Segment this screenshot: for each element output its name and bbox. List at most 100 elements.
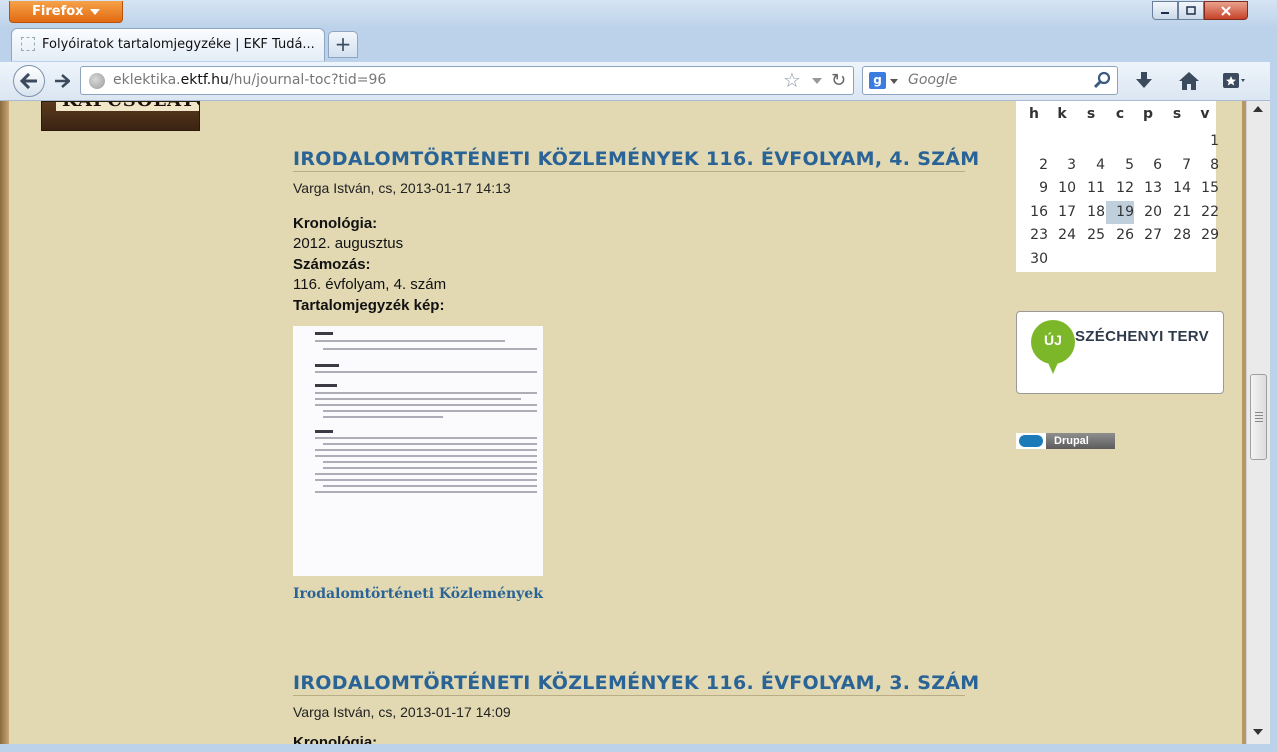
calendar-day[interactable]: 13 <box>1134 177 1162 200</box>
calendar-day[interactable]: 14 <box>1163 177 1191 200</box>
page-left-border <box>0 101 9 744</box>
drupal-drop-icon <box>1016 433 1046 449</box>
globe-icon <box>89 73 105 89</box>
article-2: IRODALOMTÖRTÉNETI KÖZLEMÉNYEK 116. ÉVFOL… <box>293 672 979 744</box>
calendar-day[interactable]: 29 <box>1191 224 1219 247</box>
maximize-button[interactable] <box>1178 1 1204 20</box>
calendar-day[interactable]: 17 <box>1048 201 1076 224</box>
calendar-weekday: h <box>1029 106 1039 122</box>
vertical-scrollbar[interactable] <box>1246 101 1270 744</box>
banner-text: KAPCSOLATOK <box>56 102 199 111</box>
calendar-day[interactable]: 30 <box>1020 248 1048 271</box>
table-of-contents-image[interactable] <box>293 326 543 576</box>
maximize-icon <box>1186 5 1196 15</box>
search-icon[interactable] <box>1093 70 1113 90</box>
powered-by-drupal-badge[interactable]: Drupal <box>1016 433 1115 449</box>
engine-dropdown-icon[interactable] <box>890 79 898 84</box>
calendar-day[interactable]: 20 <box>1134 201 1162 224</box>
address-bar[interactable]: eklektika.ektf.hu/hu/journal-toc?tid=96 … <box>80 66 854 95</box>
calendar-day[interactable]: 8 <box>1191 154 1219 177</box>
calendar-day[interactable]: 15 <box>1191 177 1219 200</box>
calendar-day[interactable]: 21 <box>1163 201 1191 224</box>
calendar-day[interactable]: 6 <box>1134 154 1162 177</box>
scrollbar-thumb[interactable] <box>1250 374 1267 460</box>
calendar-week-row: 16 17 18 19 20 21 22 <box>1016 200 1219 225</box>
calendar-day[interactable]: 2 <box>1020 154 1048 177</box>
calendar-week-row: 9 10 11 12 13 14 15 <box>1016 177 1219 201</box>
calendar-week-row: 1 <box>1016 130 1219 154</box>
calendar-day[interactable]: 18 <box>1077 201 1105 224</box>
search-bar[interactable]: g Google <box>862 66 1118 95</box>
szechenyi-terv-banner[interactable]: ÚJ SZÉCHENYI TERV <box>1016 311 1224 394</box>
chevron-down-icon <box>90 9 100 15</box>
bookmarks-menu-icon[interactable] <box>1222 71 1246 91</box>
url-text: eklektika.ektf.hu/hu/journal-toc?tid=96 <box>113 67 386 94</box>
url-path: /hu/journal-toc?tid=96 <box>228 72 387 88</box>
calendar-day[interactable]: 22 <box>1191 201 1219 224</box>
new-tab-button[interactable]: + <box>328 31 358 58</box>
back-button[interactable] <box>13 65 45 97</box>
article-2-title[interactable]: IRODALOMTÖRTÉNETI KÖZLEMÉNYEK 116. ÉVFOL… <box>293 672 979 696</box>
calendar-day[interactable]: 10 <box>1048 177 1076 200</box>
calendar-day[interactable]: 12 <box>1106 177 1134 200</box>
calendar-day[interactable]: 16 <box>1020 201 1048 224</box>
numbering-value: 116. évfolyam, 4. szám <box>293 276 447 293</box>
calendar-day[interactable]: 7 <box>1163 154 1191 177</box>
reload-icon[interactable]: ↻ <box>831 68 846 93</box>
article-1-meta: Varga István, cs, 2013-01-17 14:13 <box>293 180 511 196</box>
window-frame-right <box>1270 62 1277 752</box>
minimize-button[interactable] <box>1152 1 1178 20</box>
calendar-day[interactable]: 26 <box>1106 224 1134 247</box>
url-prefix: eklektika. <box>113 72 181 88</box>
calendar-day[interactable]: 3 <box>1048 154 1076 177</box>
calendar-week-row: 2345678 <box>1016 154 1219 178</box>
minimize-icon <box>1161 11 1169 14</box>
calendar-weekday: s <box>1086 106 1096 122</box>
back-arrow-icon <box>20 73 37 89</box>
calendar-day[interactable]: 23 <box>1020 224 1048 247</box>
calendar-day[interactable]: 25 <box>1077 224 1105 247</box>
calendar-day[interactable]: 19 <box>1106 200 1134 224</box>
calendar-day[interactable]: 27 <box>1134 224 1162 247</box>
close-window-button[interactable] <box>1204 1 1248 20</box>
calendar-weekday: k <box>1057 106 1067 122</box>
article-2-meta: Varga István, cs, 2013-01-17 14:09 <box>293 704 511 720</box>
calendar-weekday: p <box>1142 106 1154 122</box>
calendar-day[interactable]: 9 <box>1020 177 1048 200</box>
forward-arrow-icon <box>55 74 70 88</box>
google-engine-icon[interactable]: g <box>869 72 886 89</box>
journal-link[interactable]: Irodalomtörténeti Közlemények <box>293 586 543 602</box>
kapcsolatok-banner-image[interactable]: KAPCSOLATOK <box>41 101 200 131</box>
calendar-weekday: s <box>1172 106 1182 122</box>
calendar-weekday-row: hkscpsv <box>1016 103 1216 127</box>
numbering-label: Számozás: <box>293 256 371 273</box>
calendar-day[interactable]: 5 <box>1106 154 1134 177</box>
scroll-up-arrow-icon[interactable] <box>1253 106 1263 112</box>
scroll-down-arrow-icon[interactable] <box>1253 729 1263 735</box>
article-1-title[interactable]: IRODALOMTÖRTÉNETI KÖZLEMÉNYEK 116. ÉVFOL… <box>293 148 979 172</box>
calendar-day[interactable]: 4 <box>1077 154 1105 177</box>
downloads-icon[interactable] <box>1134 71 1154 91</box>
favicon-placeholder-icon <box>21 37 35 51</box>
article-1-fields: Kronológia: 2012. augusztus Számozás: 11… <box>293 215 965 314</box>
szechenyi-label: SZÉCHENYI TERV <box>1075 328 1209 345</box>
drupal-label: Drupal <box>1054 435 1089 447</box>
calendar-day[interactable]: 11 <box>1077 177 1105 200</box>
bookmark-star-icon[interactable]: ☆ <box>783 68 801 93</box>
tab-active[interactable]: Folyóiratok tartalomjegyzéke | EKF Tudá.… <box>11 28 325 61</box>
close-icon <box>1221 5 1231 16</box>
forward-button[interactable] <box>50 70 74 92</box>
url-domain: ektf.hu <box>180 72 229 88</box>
calendar-day[interactable]: 28 <box>1163 224 1191 247</box>
firefox-menu-button[interactable]: Firefox <box>9 1 123 23</box>
home-icon[interactable] <box>1178 71 1200 91</box>
toc-image-label: Tartalomjegyzék kép: <box>293 297 445 314</box>
location-pin-icon: ÚJ <box>1031 320 1075 374</box>
window-frame-bottom <box>0 744 1277 752</box>
calendar-weekday: c <box>1115 106 1125 122</box>
url-history-dropdown-icon[interactable] <box>812 78 822 84</box>
calendar-day[interactable]: 24 <box>1048 224 1076 247</box>
calendar-day[interactable]: 1 <box>1191 130 1219 153</box>
chronology-value: 2012. augusztus <box>293 235 404 252</box>
calendar-week-row: 23 24 25 26 27 28 29 <box>1016 224 1219 248</box>
